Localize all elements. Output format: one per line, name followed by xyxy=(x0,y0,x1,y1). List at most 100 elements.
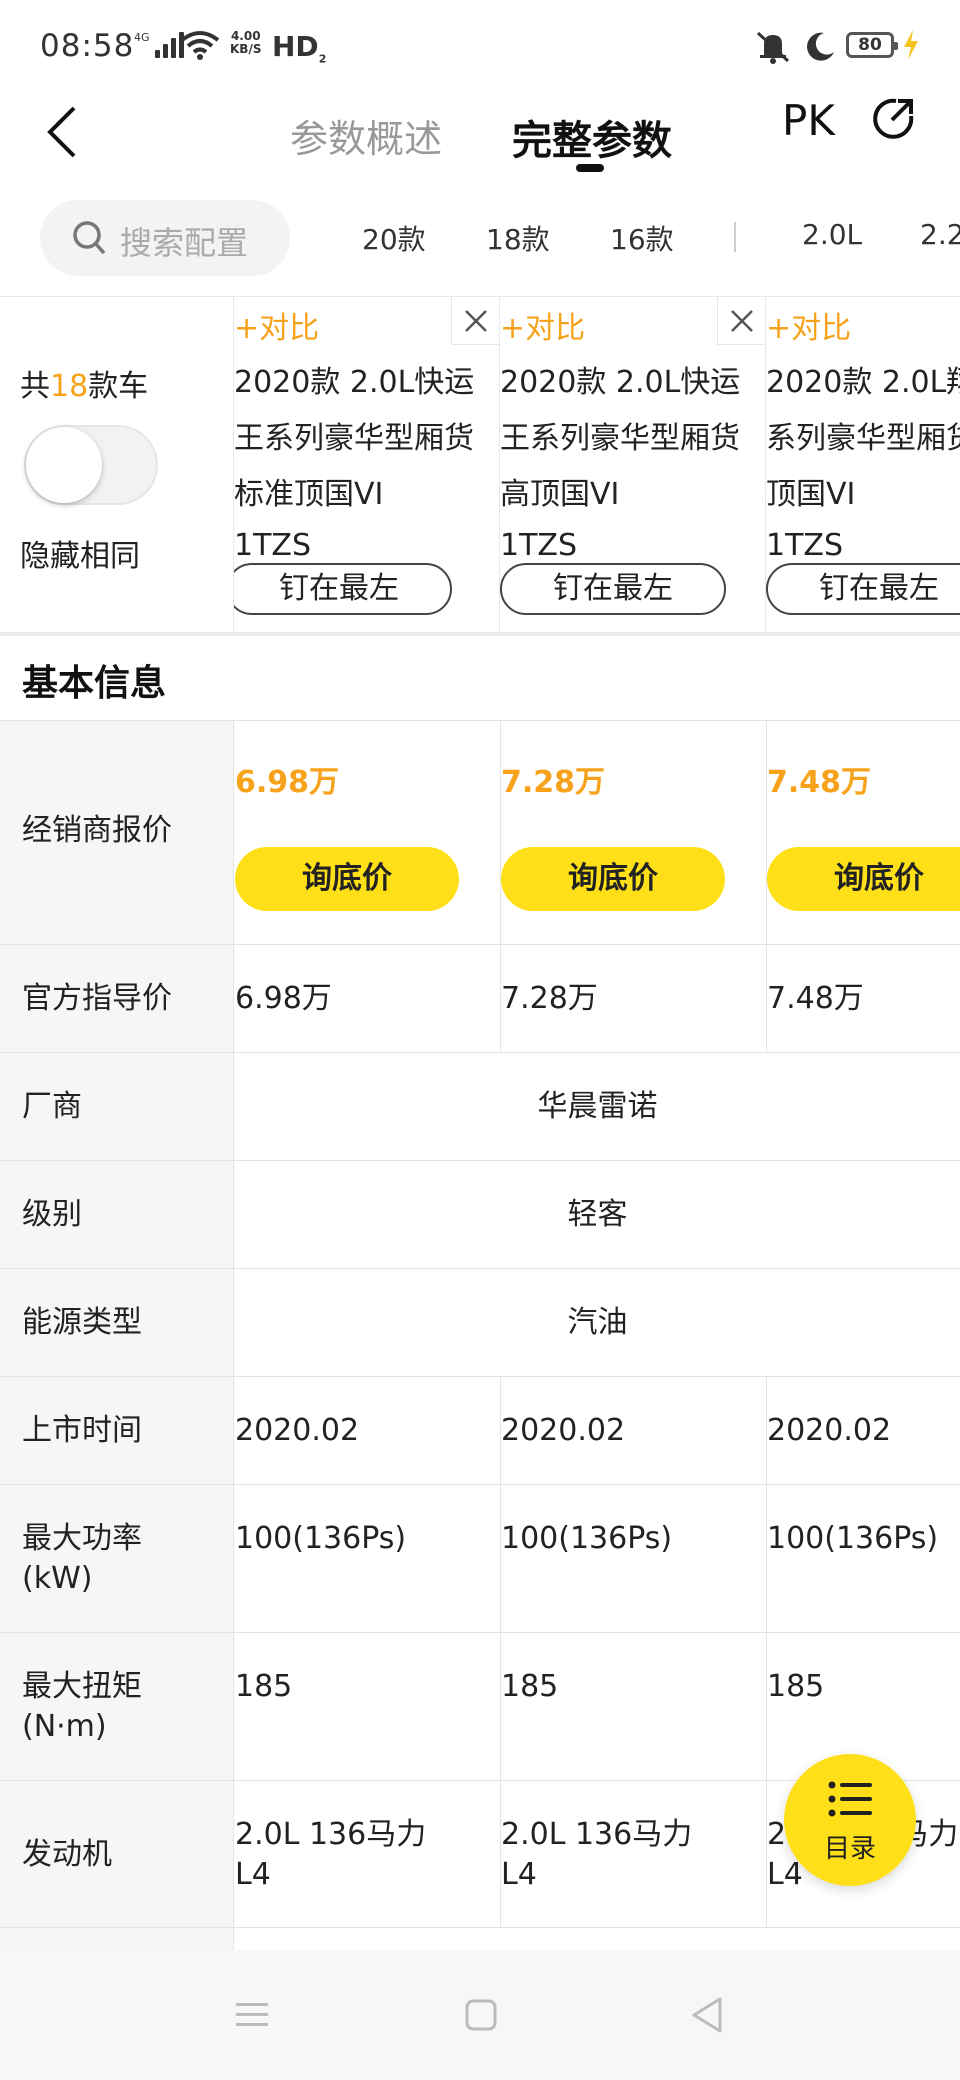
dealer-price-value: 6.98万 xyxy=(235,765,340,800)
hide-same-toggle[interactable] xyxy=(24,425,158,505)
param-label: 厂商 xyxy=(22,1089,82,1124)
cellular-signal-icon: 4G xyxy=(134,32,184,58)
network-type: 4G xyxy=(134,31,150,44)
tab-overview[interactable]: 参数概述 xyxy=(290,108,442,163)
filter-year-20[interactable]: 20款 xyxy=(362,218,426,258)
param-value: 2.0L 136马力 xyxy=(501,1817,693,1852)
add-compare-button[interactable]: +对比 xyxy=(500,303,585,347)
dealer-price-value: 7.28万 xyxy=(501,765,606,800)
param-row-class: 级别 轻客 xyxy=(0,1160,960,1268)
share-icon[interactable] xyxy=(870,96,918,144)
param-value: 185 xyxy=(235,1669,293,1704)
filter-divider xyxy=(734,222,736,252)
compare-summary: 共18款车 隐藏相同 xyxy=(0,297,234,633)
car-name: 2020款 2.0L快运王系列豪华型厢货标准顶国VI 1TZS xyxy=(234,365,475,563)
car-column-3: +对比 2020款 2.0L翔运系列豪华型厢货高顶国VI1TZS 钉在最左 xyxy=(766,297,960,633)
list-icon xyxy=(828,1781,872,1817)
param-label-unit: (N·m) xyxy=(22,1709,107,1744)
filter-year-18[interactable]: 18款 xyxy=(486,218,550,258)
filter-engine-2-0l[interactable]: 2.0L xyxy=(802,218,862,251)
param-value: 轻客 xyxy=(567,1197,628,1232)
remove-car-button[interactable] xyxy=(451,297,499,345)
param-row-msrp: 官方指导价 6.98万 7.28万 7.48万 xyxy=(0,944,960,1052)
tab-full-params[interactable]: 完整参数 xyxy=(512,108,672,166)
do-not-disturb-moon-icon xyxy=(804,30,836,66)
param-row-max-torque: 最大扭矩 (N·m) 185 185 185 xyxy=(0,1632,960,1780)
param-value: 185 xyxy=(501,1669,559,1704)
catalog-button[interactable]: 目录 xyxy=(784,1754,916,1886)
network-speed: 4.00 KB/S xyxy=(230,29,262,56)
add-compare-button[interactable]: +对比 xyxy=(234,303,319,347)
hide-same-label: 隐藏相同 xyxy=(20,539,140,574)
param-value: 2020.02 xyxy=(767,1413,892,1448)
close-icon xyxy=(731,310,753,332)
car-name: 2020款 2.0L快运王系列豪华型厢货高顶国VI 1TZS xyxy=(500,365,741,563)
param-value: 7.48万 xyxy=(767,981,864,1016)
param-value: L4 xyxy=(501,1857,537,1892)
filter-bar: 搜索配置 20款 18款 16款 2.0L 2.2 xyxy=(0,196,960,296)
top-navigation: 参数概述 完整参数 PK xyxy=(0,96,960,196)
param-value: 100(136Ps) xyxy=(767,1521,939,1556)
remove-car-button[interactable] xyxy=(717,297,765,345)
section-title-basic-info: 基本信息 xyxy=(22,663,167,704)
status-bar: 08:58 4G 4.00 KB/S HD2 80 xyxy=(0,0,960,96)
ask-lowest-price-button[interactable]: 询底价 xyxy=(767,847,960,911)
system-back-icon[interactable] xyxy=(690,1996,724,2038)
param-value: 100(136Ps) xyxy=(501,1521,673,1556)
hd-voice-indicator: HD2 xyxy=(272,30,327,66)
param-row-dealer-price: 经销商报价 6.98万 询底价 7.28万 询底价 7.48万 询底价 xyxy=(0,720,960,944)
param-label-unit: (kW) xyxy=(22,1561,93,1596)
home-icon[interactable] xyxy=(464,1998,498,2036)
back-arrow-icon[interactable] xyxy=(42,102,92,164)
param-label: 级别 xyxy=(22,1197,82,1232)
filter-engine-2-2l[interactable]: 2.2 xyxy=(920,218,960,251)
car-count: 共18款车 xyxy=(20,369,149,404)
param-value: 6.98万 xyxy=(235,981,332,1016)
param-label: 最大功率 xyxy=(22,1521,142,1556)
ask-lowest-price-button[interactable]: 询底价 xyxy=(501,847,725,911)
param-value: 2020.02 xyxy=(235,1413,360,1448)
param-value: 汽油 xyxy=(567,1305,628,1340)
param-row-maker: 厂商 华晨雷诺 xyxy=(0,1052,960,1160)
mute-bell-icon xyxy=(754,30,792,68)
param-value: 2.0L 136马力 xyxy=(235,1817,427,1852)
catalog-label: 目录 xyxy=(823,1834,876,1864)
param-value: 2020.02 xyxy=(501,1413,626,1448)
compare-header: 共18款车 隐藏相同 +对比 2020款 2.0L快运王系列豪华型厢货标准顶国V… xyxy=(0,296,960,636)
param-label: 最大扭矩 xyxy=(22,1669,142,1704)
pin-left-button[interactable]: 钉在最左 xyxy=(234,563,452,615)
car-name: 2020款 2.0L翔运系列豪华型厢货高顶国VI1TZS xyxy=(766,365,960,563)
param-value: 华晨雷诺 xyxy=(537,1089,658,1124)
param-row-max-power: 最大功率 (kW) 100(136Ps) 100(136Ps) 100(136P… xyxy=(0,1484,960,1632)
toggle-knob xyxy=(26,427,102,503)
search-placeholder: 搜索配置 xyxy=(120,224,249,262)
filter-year-16[interactable]: 16款 xyxy=(610,218,674,258)
car-column-1: +对比 2020款 2.0L快运王系列豪华型厢货标准顶国VI 1TZS 钉在最左 xyxy=(234,297,500,633)
param-label: 上市时间 xyxy=(22,1413,142,1448)
car-column-2: +对比 2020款 2.0L快运王系列豪华型厢货高顶国VI 1TZS 钉在最左 xyxy=(500,297,766,633)
add-compare-button[interactable]: +对比 xyxy=(766,303,851,347)
close-icon xyxy=(465,310,487,332)
param-label: 经销商报价 xyxy=(22,813,172,848)
active-tab-indicator xyxy=(576,164,604,172)
charging-bolt-icon xyxy=(902,30,920,64)
param-value: 100(136Ps) xyxy=(235,1521,407,1556)
param-value: 7.28万 xyxy=(501,981,598,1016)
pk-button[interactable]: PK xyxy=(782,96,835,145)
recent-apps-icon[interactable] xyxy=(234,2000,270,2034)
search-icon xyxy=(73,221,106,255)
param-row-launch: 上市时间 2020.02 2020.02 2020.02 xyxy=(0,1376,960,1484)
param-value: 185 xyxy=(767,1669,825,1704)
wifi-icon xyxy=(180,30,220,64)
param-label: 官方指导价 xyxy=(22,981,172,1016)
system-navigation-bar xyxy=(0,1950,960,2080)
pin-left-button[interactable]: 钉在最左 xyxy=(500,563,726,615)
param-label: 能源类型 xyxy=(22,1305,142,1340)
pin-left-button[interactable]: 钉在最左 xyxy=(766,563,960,615)
search-input[interactable]: 搜索配置 xyxy=(40,200,290,276)
param-value: L4 xyxy=(235,1857,271,1892)
param-row-energy: 能源类型 汽油 xyxy=(0,1268,960,1376)
param-label: 发动机 xyxy=(22,1837,112,1872)
ask-lowest-price-button[interactable]: 询底价 xyxy=(235,847,459,911)
battery-icon: 80 xyxy=(846,32,898,58)
